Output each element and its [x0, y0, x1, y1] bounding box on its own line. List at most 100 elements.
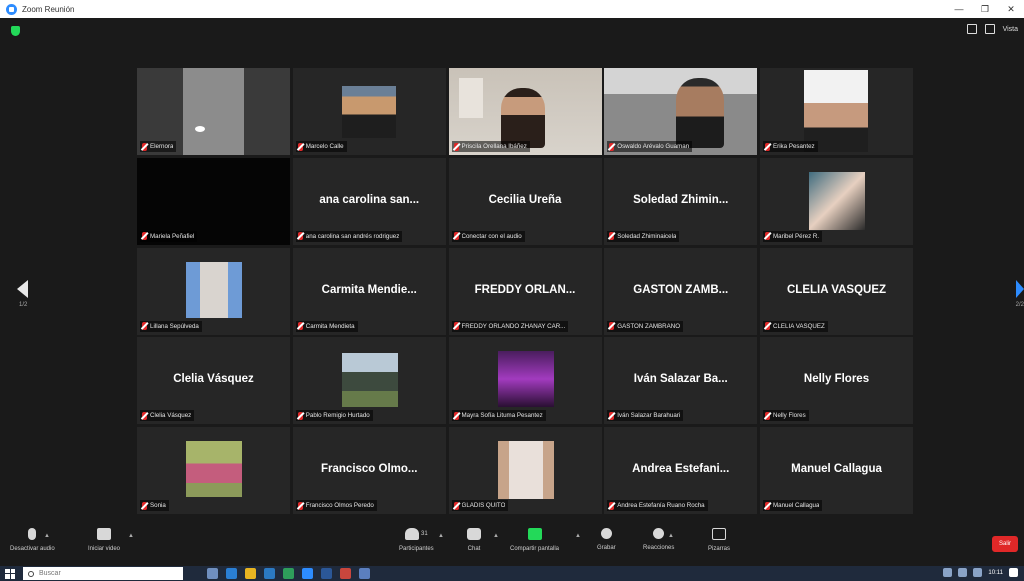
- mic-muted-icon: [453, 232, 459, 241]
- mic-muted-icon: [142, 501, 147, 510]
- participants-button-label: Participantes: [399, 546, 434, 552]
- task-view-icon[interactable]: [207, 568, 218, 579]
- zoom-app-icon[interactable]: [302, 568, 313, 579]
- participant-tile[interactable]: Erika Pesantez: [760, 68, 913, 155]
- chat-button[interactable]: Chat: [467, 528, 481, 552]
- audio-button[interactable]: Desactivar audio: [10, 528, 55, 552]
- participant-tile[interactable]: Pablo Remigio Hurtado: [292, 337, 446, 425]
- participant-name-label: CLELIA VASQUEZ: [763, 320, 828, 332]
- reactions-button[interactable]: Reacciones: [643, 528, 674, 551]
- participant-tile[interactable]: Sonia: [137, 427, 290, 514]
- participant-tile[interactable]: Elernora: [137, 68, 290, 155]
- participant-name: Manuel Callagua: [773, 502, 820, 509]
- mic-muted-icon: [453, 142, 459, 151]
- participants-options-caret-icon[interactable]: ▲: [438, 533, 444, 539]
- participant-tile[interactable]: GASTON ZAMB... GASTON ZAMBRANO: [604, 247, 758, 335]
- maximize-button[interactable]: ❐: [972, 0, 998, 18]
- participant-name-label: ana carolina san andrés rodriguez: [295, 230, 403, 242]
- participant-name: Nelly Flores: [773, 412, 806, 420]
- share-screen-button[interactable]: Compartir pantalla: [510, 528, 559, 552]
- participant-tile[interactable]: Maribel Pérez R.: [760, 157, 913, 245]
- mic-muted-icon: [609, 501, 615, 510]
- participant-name-label: GLADIS QUITO: [451, 500, 509, 511]
- participant-tile[interactable]: ana carolina san... ana carolina san andr…: [292, 157, 446, 245]
- video-button-label: Iniciar video: [88, 546, 121, 552]
- participant-tile[interactable]: Soledad Zhimin... Soledad Zhiminaicela: [604, 157, 758, 245]
- reactions-button-label: Reacciones: [643, 545, 675, 551]
- minimize-button[interactable]: —: [946, 0, 972, 18]
- participant-name-label: FREDDY ORLANDO ZHAÑAY CAR...: [451, 320, 569, 332]
- mic-muted-icon: [297, 232, 303, 241]
- store-icon[interactable]: [264, 568, 275, 579]
- participant-tile[interactable]: Mayra Sofía Lituma Pesantez: [448, 337, 602, 425]
- volume-icon[interactable]: [958, 568, 968, 577]
- participant-tile[interactable]: Clelia Vásquez Clelia Vásquez: [137, 337, 290, 425]
- search-icon: [28, 570, 34, 577]
- windows-taskbar: 10:11: [0, 566, 1024, 581]
- participant-tile[interactable]: Iván Salazar Ba... Iván Salazar Barahuari: [604, 337, 758, 425]
- language-icon[interactable]: [973, 568, 983, 577]
- participant-name: Conectar con el audio: [461, 232, 522, 240]
- video-button[interactable]: Iniciar video: [88, 528, 120, 552]
- security-shield-icon[interactable]: [11, 26, 20, 36]
- participant-tile[interactable]: Lillana Sepúlveda: [137, 247, 290, 335]
- participant-tile[interactable]: Andrea Estefani... Andrea Estefanía Ruano…: [604, 427, 758, 514]
- notifications-icon[interactable]: [1009, 568, 1018, 577]
- participant-display-name: FREDDY ORLAN...: [474, 283, 576, 296]
- participant-display-name: Soledad Zhimin...: [633, 193, 729, 206]
- app-icon[interactable]: [359, 568, 370, 579]
- meeting-area: Vista 1/2 2/2 Elernora Marcelo Calle Prisc…: [0, 18, 1024, 524]
- participant-name: Soledad Zhiminaicela: [617, 232, 677, 240]
- chrome-icon[interactable]: [340, 568, 351, 579]
- reactions-options-caret-icon[interactable]: ▲: [668, 533, 674, 539]
- view-controls: Vista: [966, 24, 1018, 34]
- participant-tile[interactable]: Nelly Flores Nelly Flores: [760, 337, 913, 425]
- audio-options-caret-icon[interactable]: ▲: [44, 533, 50, 539]
- excel-icon[interactable]: [283, 568, 294, 579]
- network-icon[interactable]: [943, 568, 953, 577]
- participant-tile[interactable]: Marcelo Calle: [292, 68, 446, 155]
- record-button[interactable]: Grabar: [597, 528, 616, 551]
- fullscreen-icon[interactable]: [966, 24, 977, 34]
- participants-button[interactable]: 31 Participantes: [399, 528, 434, 552]
- chat-options-caret-icon[interactable]: ▲: [493, 533, 499, 539]
- mic-muted-icon: [297, 142, 303, 151]
- participant-photo: [804, 70, 868, 152]
- mic-muted-icon: [609, 322, 615, 330]
- clock[interactable]: 10:11: [988, 570, 1003, 576]
- apps-button[interactable]: Pizarras: [708, 528, 730, 552]
- participant-name: FREDDY ORLANDO ZHAÑAY CAR...: [461, 322, 566, 330]
- participant-tile[interactable]: Mariela Peñafiel: [137, 157, 290, 245]
- participant-name: Andrea Estefanía Ruano Rocha: [617, 502, 705, 509]
- participant-photo: [186, 261, 242, 318]
- leave-meeting-button[interactable]: Salir: [992, 536, 1018, 552]
- participant-tile[interactable]: Cecilia Ureña Conectar con el audio: [448, 157, 602, 245]
- edge-browser-icon[interactable]: [226, 568, 237, 579]
- share-screen-icon: [527, 528, 542, 540]
- close-button[interactable]: ✕: [998, 0, 1024, 18]
- participant-tile[interactable]: FREDDY ORLAN... FREDDY ORLANDO ZHAÑAY CAR…: [448, 247, 602, 335]
- participant-name-label: Lillana Sepúlveda: [140, 320, 202, 332]
- view-label[interactable]: Vista: [1003, 26, 1018, 33]
- mic-muted-icon: [765, 142, 770, 151]
- participant-tile[interactable]: Carmita Mendie... Carmita Mendieta: [292, 247, 446, 335]
- share-options-caret-icon[interactable]: ▲: [575, 533, 581, 539]
- participant-tile[interactable]: Oswaldo Arévalo Guaman: [604, 68, 758, 155]
- participant-tile[interactable]: Francisco Olmo... Francisco Olmos Peredo: [292, 427, 446, 514]
- participant-tile[interactable]: CLELIA VASQUEZ CLELIA VASQUEZ: [760, 247, 913, 335]
- participant-name-label: Soledad Zhiminaicela: [607, 230, 680, 242]
- taskbar-search[interactable]: [23, 567, 183, 580]
- participant-name-label: Elernora: [140, 141, 177, 152]
- file-explorer-icon[interactable]: [245, 568, 256, 579]
- gallery-view-icon[interactable]: [984, 24, 995, 34]
- word-icon[interactable]: [321, 568, 332, 579]
- previous-page-arrow-icon[interactable]: [17, 280, 28, 298]
- participant-tile[interactable]: GLADIS QUITO: [448, 427, 602, 514]
- participant-tile[interactable]: Priscila Orellana Ibáñez: [448, 68, 602, 155]
- mic-muted-icon: [609, 142, 615, 151]
- taskbar-search-input[interactable]: [39, 570, 169, 577]
- participant-tile[interactable]: Manuel Callagua Manuel Callagua: [760, 427, 913, 514]
- next-page-arrow-icon[interactable]: [1016, 280, 1024, 298]
- video-options-caret-icon[interactable]: ▲: [128, 533, 134, 539]
- windows-start-icon[interactable]: [5, 568, 15, 579]
